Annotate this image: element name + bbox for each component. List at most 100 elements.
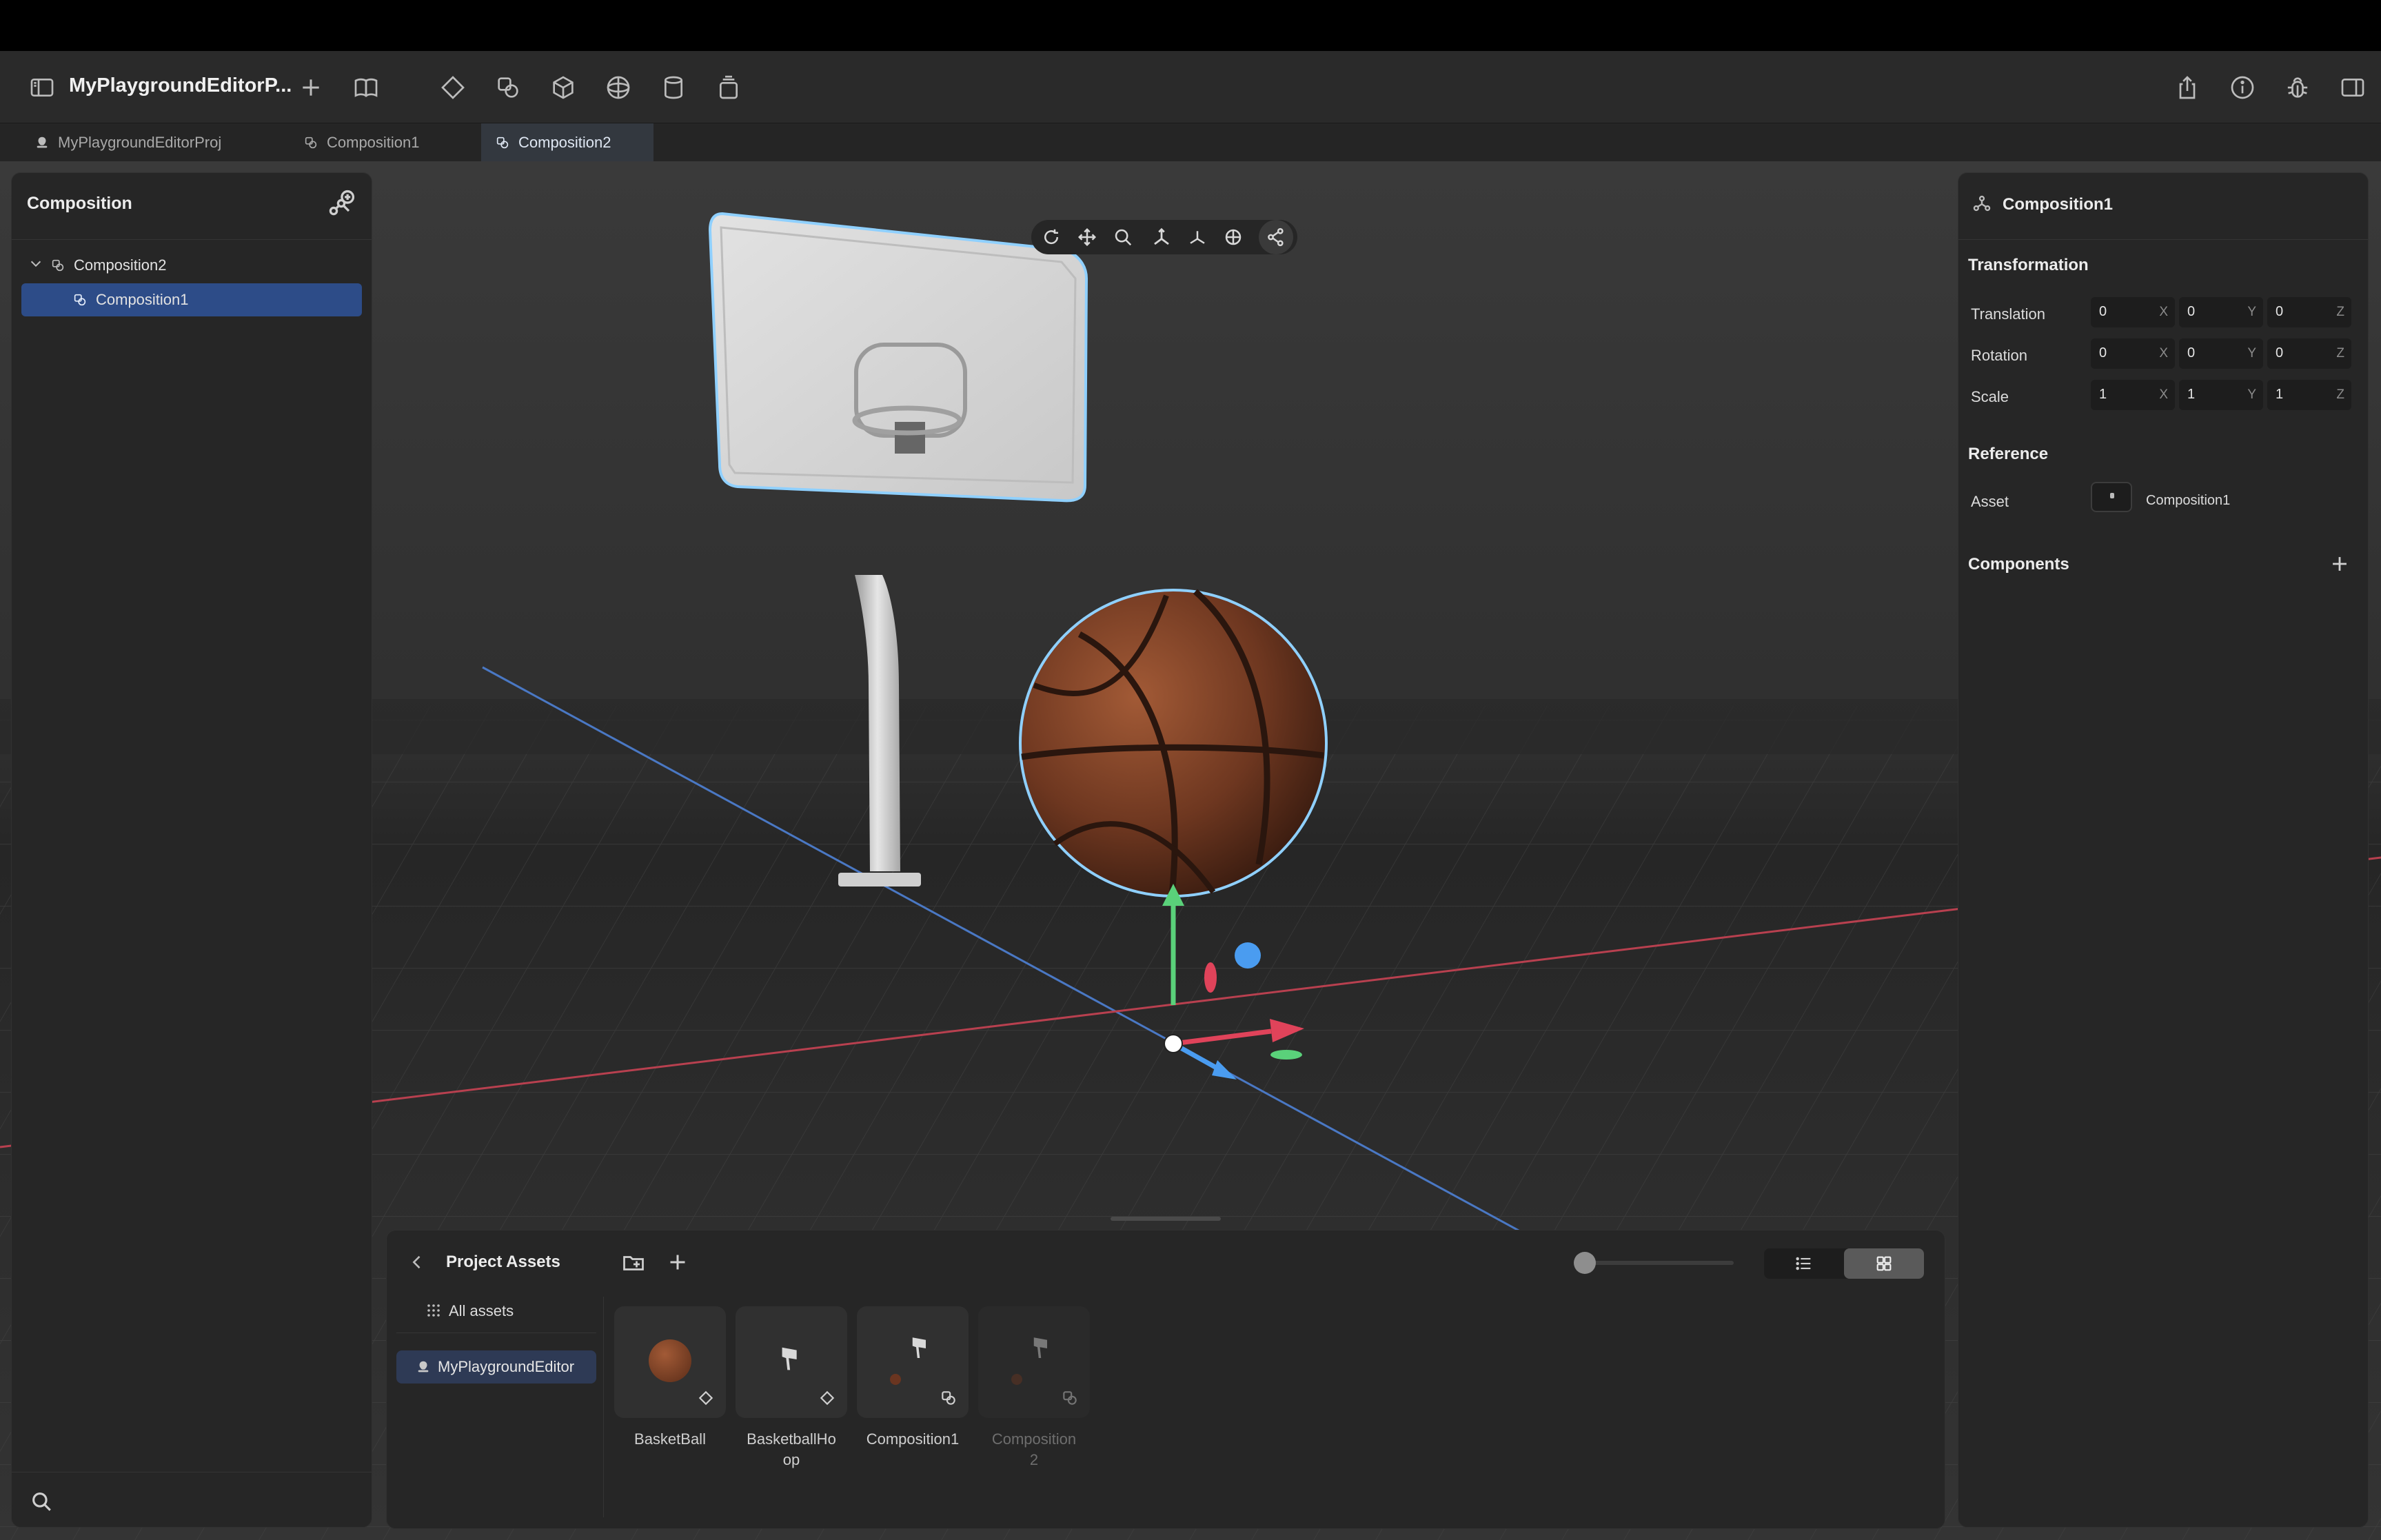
asset-preview-icon bbox=[2110, 493, 2114, 498]
tab-label: MyPlaygroundEditorProj bbox=[58, 134, 222, 151]
transform-tools bbox=[1031, 220, 1297, 254]
rotation-x-field[interactable]: 0X bbox=[2091, 338, 2175, 369]
translation-y-field[interactable]: 0Y bbox=[2179, 297, 2263, 327]
resize-handle[interactable] bbox=[1111, 1217, 1221, 1221]
view-mode-toggle bbox=[1764, 1248, 1924, 1279]
app-title: MyPlaygroundEditorP... bbox=[69, 74, 292, 97]
cylinder-icon[interactable] bbox=[658, 72, 689, 103]
new-folder-icon[interactable] bbox=[621, 1250, 646, 1275]
asset-name: BasketBall bbox=[634, 1430, 706, 1448]
basketball-thumbnail bbox=[649, 1339, 691, 1382]
search-icon[interactable] bbox=[30, 1490, 53, 1513]
backboard bbox=[708, 212, 1088, 503]
grid-dots-icon bbox=[427, 1304, 440, 1317]
slider-thumb[interactable] bbox=[1574, 1252, 1596, 1274]
scale-x-field[interactable]: 1X bbox=[2091, 380, 2175, 410]
tab-composition2[interactable]: Composition2 bbox=[481, 123, 653, 162]
composition-icon bbox=[496, 136, 509, 149]
chevron-left-icon[interactable] bbox=[407, 1253, 427, 1272]
toolbar: MyPlaygroundEditorP... bbox=[0, 51, 2381, 123]
add-asset-icon[interactable] bbox=[665, 1250, 690, 1275]
hoop-thumbnail bbox=[782, 1347, 797, 1370]
add-component-icon[interactable] bbox=[2328, 552, 2351, 576]
list-view-button[interactable] bbox=[1764, 1248, 1844, 1279]
scale-label: Scale bbox=[1971, 388, 2009, 405]
list-icon bbox=[1796, 1257, 1811, 1270]
share-icon[interactable] bbox=[2171, 72, 2203, 103]
asset-name: Composition1 bbox=[866, 1430, 960, 1448]
asset-card-composition1[interactable] bbox=[857, 1306, 969, 1418]
tree-item-composition1[interactable]: Composition1 bbox=[21, 283, 362, 316]
sidebar-toggle-icon[interactable] bbox=[26, 72, 58, 103]
translation-label: Translation bbox=[1971, 305, 2046, 323]
asset-card-basketballhoop[interactable] bbox=[736, 1306, 847, 1418]
document-tabs: MyPlaygroundEditorProj Composition1 Comp… bbox=[0, 123, 2381, 163]
scale-z-field[interactable]: 1Z bbox=[2267, 380, 2351, 410]
composition-icon bbox=[52, 259, 64, 272]
project-icon bbox=[418, 1361, 429, 1372]
transformation-title: Transformation bbox=[1968, 256, 2089, 274]
hoop-thumbnail bbox=[1033, 1337, 1047, 1358]
menu-bar bbox=[0, 0, 2381, 51]
move-icon[interactable] bbox=[1070, 220, 1104, 254]
asset-card-basketball[interactable] bbox=[614, 1306, 726, 1418]
zoom-icon[interactable] bbox=[1106, 220, 1140, 254]
composition-icon bbox=[942, 1391, 955, 1405]
snapping-icon[interactable] bbox=[1259, 220, 1293, 254]
asset-name: Composition 2 bbox=[991, 1430, 1077, 1468]
divider bbox=[603, 1297, 604, 1517]
composition-icon bbox=[305, 136, 317, 149]
asset-thumbnail[interactable] bbox=[2091, 482, 2132, 512]
tree-item-label: Composition1 bbox=[96, 291, 189, 308]
composition-panel: Composition Composition2 Composition1 bbox=[11, 172, 372, 1528]
asset-value: Composition1 bbox=[2146, 493, 2231, 508]
panel-title: Composition bbox=[27, 194, 132, 213]
project-icon bbox=[37, 136, 48, 148]
grid-icon bbox=[1876, 1256, 1892, 1271]
inspector-title: Composition1 bbox=[2003, 195, 2113, 214]
rotation-label: Rotation bbox=[1971, 347, 2027, 364]
add-icon[interactable] bbox=[295, 72, 327, 103]
asset-name: BasketballHo op bbox=[747, 1430, 836, 1468]
translation-x-field[interactable]: 0X bbox=[2091, 297, 2175, 327]
sphere-icon[interactable] bbox=[602, 72, 634, 103]
tree-item-composition2[interactable]: Composition2 bbox=[21, 249, 362, 282]
local-axes-icon[interactable] bbox=[1180, 220, 1215, 254]
rotation-z-field[interactable]: 0Z bbox=[2267, 338, 2351, 369]
stack-icon[interactable] bbox=[713, 72, 744, 103]
composition-icon bbox=[74, 294, 86, 306]
book-icon[interactable] bbox=[350, 72, 382, 103]
debug-icon[interactable] bbox=[2282, 72, 2313, 103]
add-entity-icon[interactable] bbox=[326, 188, 356, 219]
chevron-down-icon[interactable] bbox=[28, 256, 48, 275]
ball-thumbnail bbox=[1011, 1374, 1022, 1385]
divider bbox=[1958, 239, 2368, 240]
composition-icon[interactable] bbox=[492, 72, 524, 103]
scale-y-field[interactable]: 1Y bbox=[2179, 380, 2263, 410]
tab-label: Composition1 bbox=[327, 134, 420, 151]
tab-project[interactable]: MyPlaygroundEditorProj bbox=[21, 123, 235, 162]
composition-icon bbox=[1063, 1391, 1077, 1405]
rotate-icon[interactable] bbox=[1034, 220, 1068, 254]
project-folder-item[interactable]: MyPlaygroundEditor bbox=[396, 1350, 596, 1384]
cube-icon[interactable] bbox=[547, 72, 579, 103]
project-assets-panel: Project Assets All assets MyPlaygroundEd… bbox=[386, 1217, 1945, 1529]
entity-icon bbox=[1973, 195, 1991, 212]
thumbnail-size-slider[interactable] bbox=[1574, 1252, 1734, 1274]
rotation-y-field[interactable]: 0Y bbox=[2179, 338, 2263, 369]
asset-label: Asset bbox=[1971, 493, 2009, 510]
tab-composition1[interactable]: Composition1 bbox=[290, 123, 434, 162]
hoop-bracket bbox=[895, 422, 925, 454]
diamond-icon[interactable] bbox=[437, 72, 469, 103]
divider bbox=[12, 239, 372, 240]
hoop-thumbnail bbox=[912, 1337, 926, 1358]
ball-thumbnail bbox=[890, 1374, 901, 1385]
info-icon[interactable] bbox=[2227, 72, 2258, 103]
inspector-toggle-icon[interactable] bbox=[2337, 72, 2369, 103]
translate-axes-icon[interactable] bbox=[1144, 220, 1179, 254]
grid-view-button[interactable] bbox=[1844, 1248, 1924, 1279]
asset-card-composition2[interactable] bbox=[978, 1306, 1090, 1418]
translation-z-field[interactable]: 0Z bbox=[2267, 297, 2351, 327]
assets-title: Project Assets bbox=[446, 1253, 560, 1271]
world-icon[interactable] bbox=[1216, 220, 1250, 254]
